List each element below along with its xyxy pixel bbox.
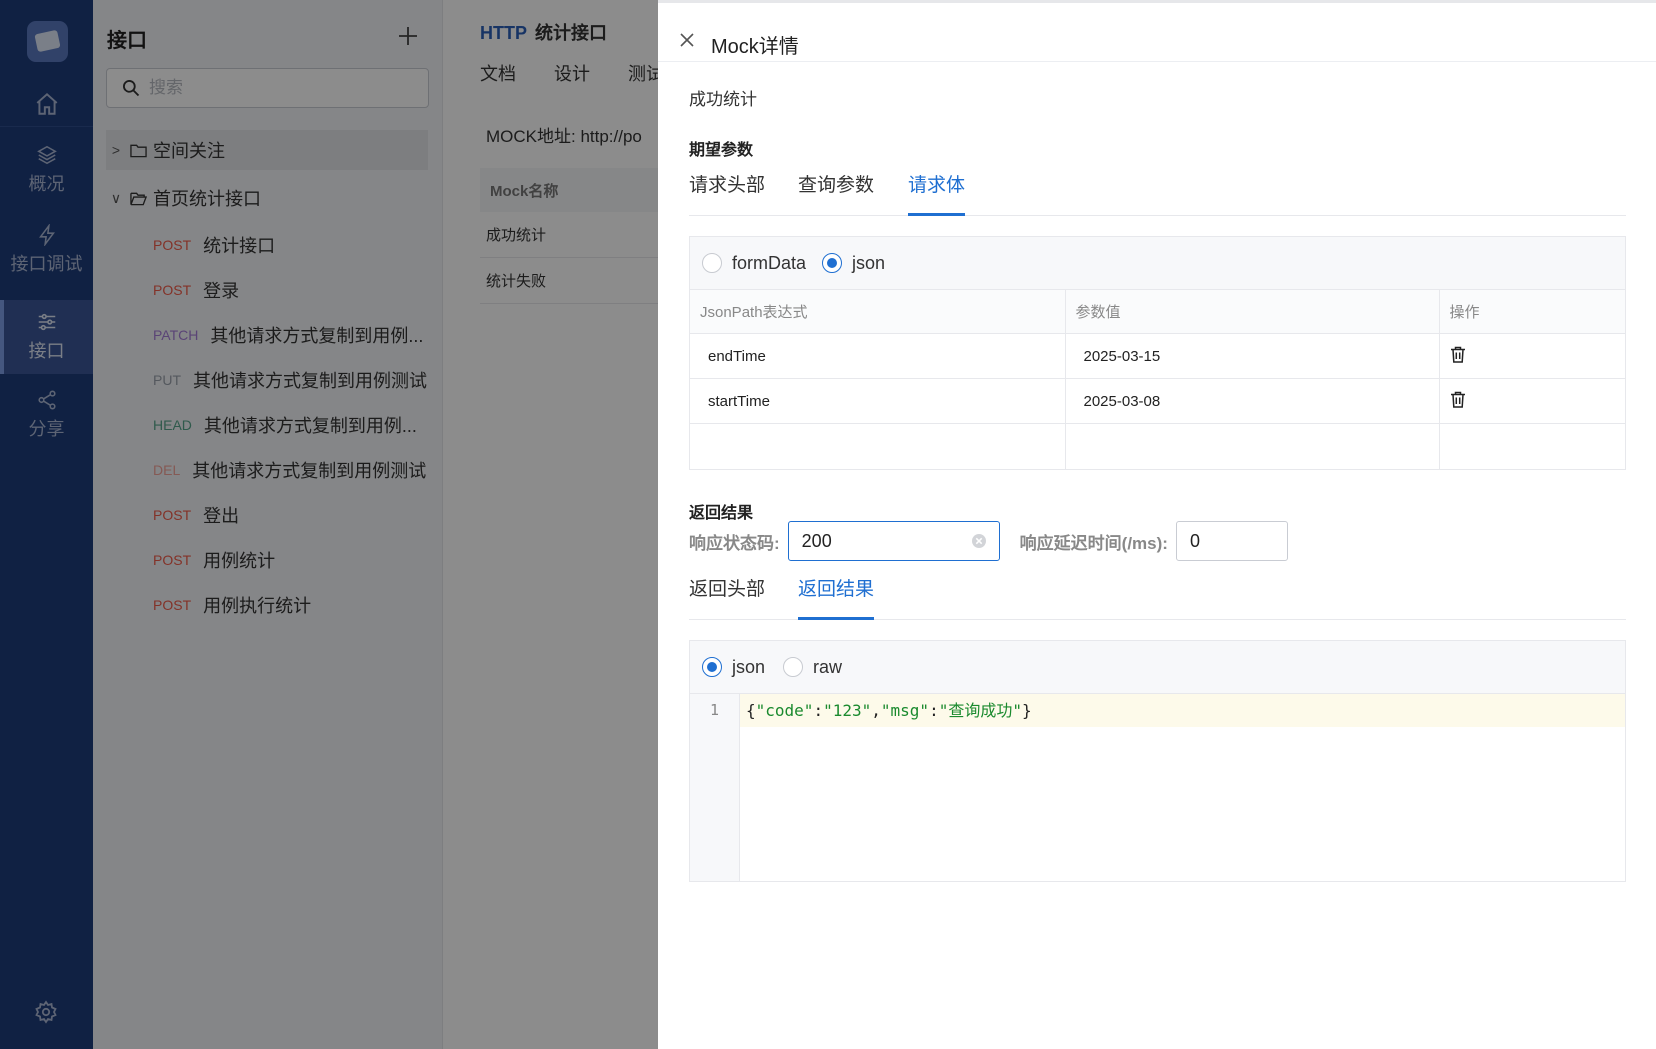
params-table: JsonPath表达式 参数值 操作 endTime 2025-03-15 st…: [690, 289, 1625, 469]
param-path[interactable]: startTime: [690, 378, 1066, 424]
expect-tabs: 请求头部 查询参数 请求体: [689, 171, 1626, 216]
drawer-title: Mock详情: [711, 36, 799, 58]
radio-circle: [783, 657, 804, 677]
status-code-label: 响应状态码:: [689, 533, 780, 553]
trash-icon[interactable]: [1450, 391, 1466, 412]
code-punct: ,: [871, 701, 881, 720]
radio-label: raw: [813, 656, 843, 677]
close-icon[interactable]: [678, 31, 696, 54]
modal-overlay[interactable]: [0, 0, 658, 1049]
table-row: startTime 2025-03-08: [690, 378, 1625, 424]
radio-circle: [702, 657, 722, 677]
radio-json[interactable]: json: [702, 657, 765, 678]
response-settings: 响应状态码: 200 响应延迟时间(/ms): 0: [689, 521, 1288, 561]
status-code-value: 200: [801, 530, 832, 551]
code-key: "code": [755, 701, 814, 720]
response-body-panel: json raw 1 {"code":"123","msg":"查询成功"}: [689, 640, 1626, 882]
radio-circle: [822, 253, 843, 273]
radio-label: json: [852, 252, 886, 273]
trash-icon[interactable]: [1450, 346, 1466, 367]
empty-cell: [1439, 423, 1625, 469]
radio-json[interactable]: json: [822, 253, 885, 274]
table-row-empty: [690, 423, 1625, 469]
table-row: endTime 2025-03-15: [690, 333, 1625, 379]
line-number: 1: [690, 694, 740, 881]
param-value[interactable]: 2025-03-15: [1065, 333, 1440, 379]
delay-label: 响应延迟时间(/ms):: [1019, 533, 1168, 553]
code-key: "msg": [880, 701, 930, 720]
col-header: 参数值: [1065, 289, 1440, 334]
divider: [658, 61, 1656, 62]
tab-query-params[interactable]: 查询参数: [798, 171, 874, 216]
code-punct: }: [1021, 701, 1032, 720]
mock-name: 成功统计: [689, 90, 757, 109]
tab-request-body[interactable]: 请求体: [908, 171, 966, 216]
tab-response-headers[interactable]: 返回头部: [689, 575, 765, 620]
request-body-panel: formData json JsonPath表达式 参数值 操作 endTime…: [689, 236, 1626, 470]
mock-detail-drawer: Mock详情 成功统计 期望参数 请求头部 查询参数 请求体 formData …: [658, 0, 1656, 1049]
tab-response-body[interactable]: 返回结果: [798, 575, 875, 620]
result-section-title: 返回结果: [689, 505, 754, 522]
expect-section-title: 期望参数: [689, 142, 754, 159]
result-tabs: 返回头部 返回结果: [689, 575, 1626, 620]
radio-label: formData: [732, 252, 807, 273]
status-code-input[interactable]: 200: [787, 521, 1000, 561]
param-value[interactable]: 2025-03-08: [1065, 378, 1440, 424]
code-punct: {: [746, 701, 756, 720]
radio-label: json: [732, 656, 766, 677]
delay-input[interactable]: 0: [1175, 521, 1288, 561]
tab-request-headers[interactable]: 请求头部: [689, 171, 765, 216]
clear-icon[interactable]: [971, 533, 987, 554]
code-punct: :: [929, 701, 939, 720]
code-value: "123": [823, 701, 872, 720]
code-line[interactable]: {"code":"123","msg":"查询成功"}: [740, 694, 1625, 727]
empty-cell[interactable]: [1065, 423, 1440, 469]
code-value: "查询成功": [938, 701, 1022, 720]
empty-cell[interactable]: [690, 423, 1066, 469]
radio-raw[interactable]: raw: [783, 657, 842, 678]
radio-circle: [702, 253, 722, 273]
code-editor[interactable]: 1 {"code":"123","msg":"查询成功"}: [690, 693, 1625, 881]
delay-value: 0: [1189, 530, 1200, 551]
col-header: 操作: [1439, 289, 1625, 334]
col-header: JsonPath表达式: [690, 289, 1066, 334]
param-path[interactable]: endTime: [690, 333, 1066, 379]
code-punct: :: [813, 701, 824, 720]
body-type-radios: formData json: [690, 237, 1625, 289]
result-type-radios: json raw: [690, 641, 1625, 693]
radio-formdata[interactable]: formData: [702, 253, 806, 274]
